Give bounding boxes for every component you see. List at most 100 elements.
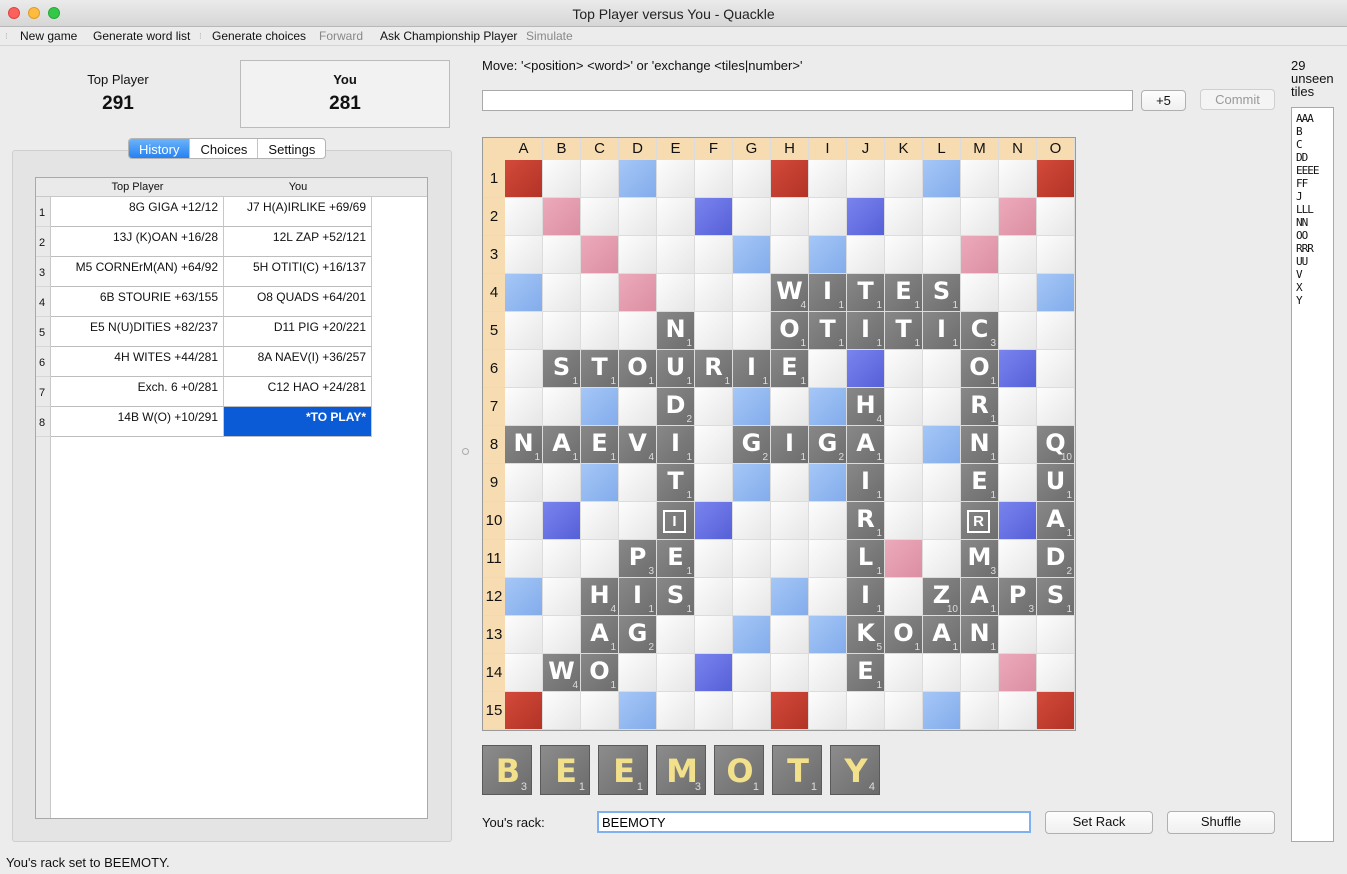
double-letter-square[interactable] — [809, 616, 846, 653]
board-square[interactable] — [923, 502, 960, 539]
board-square[interactable] — [657, 654, 694, 691]
board-square[interactable] — [771, 388, 808, 425]
board-square[interactable] — [961, 198, 998, 235]
double-letter-square[interactable] — [733, 464, 770, 501]
board-square[interactable] — [999, 540, 1036, 577]
board-square[interactable] — [771, 236, 808, 273]
board-square[interactable] — [543, 692, 580, 729]
history-move-player2[interactable]: *TO PLAY* — [224, 407, 372, 437]
rack-tile[interactable]: M3 — [656, 745, 706, 795]
board-square[interactable] — [923, 388, 960, 425]
board-square[interactable] — [581, 312, 618, 349]
board-square[interactable] — [771, 502, 808, 539]
board-tile[interactable]: P3 — [619, 540, 656, 577]
history-move-player1[interactable]: Exch. 6 +0/281 — [51, 377, 224, 407]
rack-tile[interactable]: T1 — [772, 745, 822, 795]
board-tile[interactable]: O1 — [771, 312, 808, 349]
board-tile[interactable]: R1 — [847, 502, 884, 539]
board-square[interactable] — [619, 312, 656, 349]
board-square[interactable] — [505, 502, 542, 539]
board-square[interactable] — [505, 350, 542, 387]
board-tile[interactable]: I1 — [771, 426, 808, 463]
board-square[interactable] — [961, 274, 998, 311]
double-letter-square[interactable] — [923, 692, 960, 729]
board-square[interactable] — [885, 654, 922, 691]
board-square[interactable] — [885, 160, 922, 197]
double-word-square[interactable] — [999, 198, 1036, 235]
board-square[interactable] — [543, 616, 580, 653]
history-move-player1[interactable]: E5 N(U)DITiES +82/237 — [51, 317, 224, 347]
board-square[interactable] — [581, 692, 618, 729]
splitter-handle[interactable] — [462, 448, 469, 455]
board-tile[interactable]: W4 — [543, 654, 580, 691]
board-tile[interactable]: I1 — [733, 350, 770, 387]
board-square[interactable] — [543, 312, 580, 349]
board-square[interactable] — [885, 426, 922, 463]
triple-word-square[interactable] — [505, 692, 542, 729]
board-square[interactable] — [999, 312, 1036, 349]
board-tile[interactable]: I — [657, 502, 694, 539]
double-letter-square[interactable] — [1037, 274, 1074, 311]
board-tile[interactable]: T1 — [657, 464, 694, 501]
board-tile[interactable]: K5 — [847, 616, 884, 653]
tab-choices[interactable]: Choices — [190, 139, 259, 158]
table-row[interactable]: 8 14B W(O) +10/291 *TO PLAY* — [36, 407, 427, 437]
board-square[interactable] — [695, 578, 732, 615]
history-move-player2[interactable]: O8 QUADS +64/201 — [224, 287, 372, 317]
board-square[interactable] — [999, 616, 1036, 653]
board-square[interactable] — [999, 160, 1036, 197]
board-tile[interactable]: E1 — [847, 654, 884, 691]
board-square[interactable] — [695, 312, 732, 349]
board-square[interactable] — [695, 236, 732, 273]
board-square[interactable] — [543, 388, 580, 425]
board-square[interactable] — [695, 616, 732, 653]
table-row[interactable]: 2 13J (K)OAN +16/28 12L ZAP +52/121 — [36, 227, 427, 257]
triple-letter-square[interactable] — [695, 198, 732, 235]
board-square[interactable] — [581, 198, 618, 235]
double-letter-square[interactable] — [733, 616, 770, 653]
double-word-square[interactable] — [619, 274, 656, 311]
board-square[interactable] — [999, 388, 1036, 425]
board-tile[interactable]: G2 — [619, 616, 656, 653]
board-tile[interactable]: E1 — [961, 464, 998, 501]
board-tile[interactable]: I1 — [847, 312, 884, 349]
board-square[interactable] — [505, 616, 542, 653]
board-tile[interactable]: T1 — [581, 350, 618, 387]
board-square[interactable] — [923, 236, 960, 273]
simulate-button[interactable]: Simulate — [526, 29, 573, 43]
board-tile[interactable]: P3 — [999, 578, 1036, 615]
board-square[interactable] — [809, 692, 846, 729]
board-square[interactable] — [1037, 616, 1074, 653]
board-square[interactable] — [961, 692, 998, 729]
history-move-player2[interactable]: 5H OTITI(C) +16/137 — [224, 257, 372, 287]
triple-word-square[interactable] — [771, 692, 808, 729]
board-square[interactable] — [733, 198, 770, 235]
board-tile[interactable]: T1 — [847, 274, 884, 311]
board-tile[interactable]: S1 — [543, 350, 580, 387]
board-square[interactable] — [999, 426, 1036, 463]
move-input[interactable] — [482, 90, 1133, 111]
double-word-square[interactable] — [581, 236, 618, 273]
board-square[interactable] — [847, 236, 884, 273]
board-square[interactable] — [809, 654, 846, 691]
board-square[interactable] — [543, 540, 580, 577]
triple-letter-square[interactable] — [999, 502, 1036, 539]
board-square[interactable] — [657, 616, 694, 653]
rack-tile[interactable]: E1 — [540, 745, 590, 795]
board-square[interactable] — [1037, 312, 1074, 349]
board-square[interactable] — [809, 198, 846, 235]
board-tile[interactable]: L1 — [847, 540, 884, 577]
double-letter-square[interactable] — [809, 464, 846, 501]
board-tile[interactable]: A1 — [847, 426, 884, 463]
rack-tile[interactable]: Y4 — [830, 745, 880, 795]
history-move-player1[interactable]: M5 CORNErM(AN) +64/92 — [51, 257, 224, 287]
board-square[interactable] — [771, 654, 808, 691]
board-square[interactable] — [733, 692, 770, 729]
board-square[interactable] — [885, 578, 922, 615]
board-square[interactable] — [733, 274, 770, 311]
triple-letter-square[interactable] — [999, 350, 1036, 387]
board-square[interactable] — [619, 464, 656, 501]
board-square[interactable] — [695, 160, 732, 197]
board-square[interactable] — [733, 160, 770, 197]
board-square[interactable] — [543, 578, 580, 615]
